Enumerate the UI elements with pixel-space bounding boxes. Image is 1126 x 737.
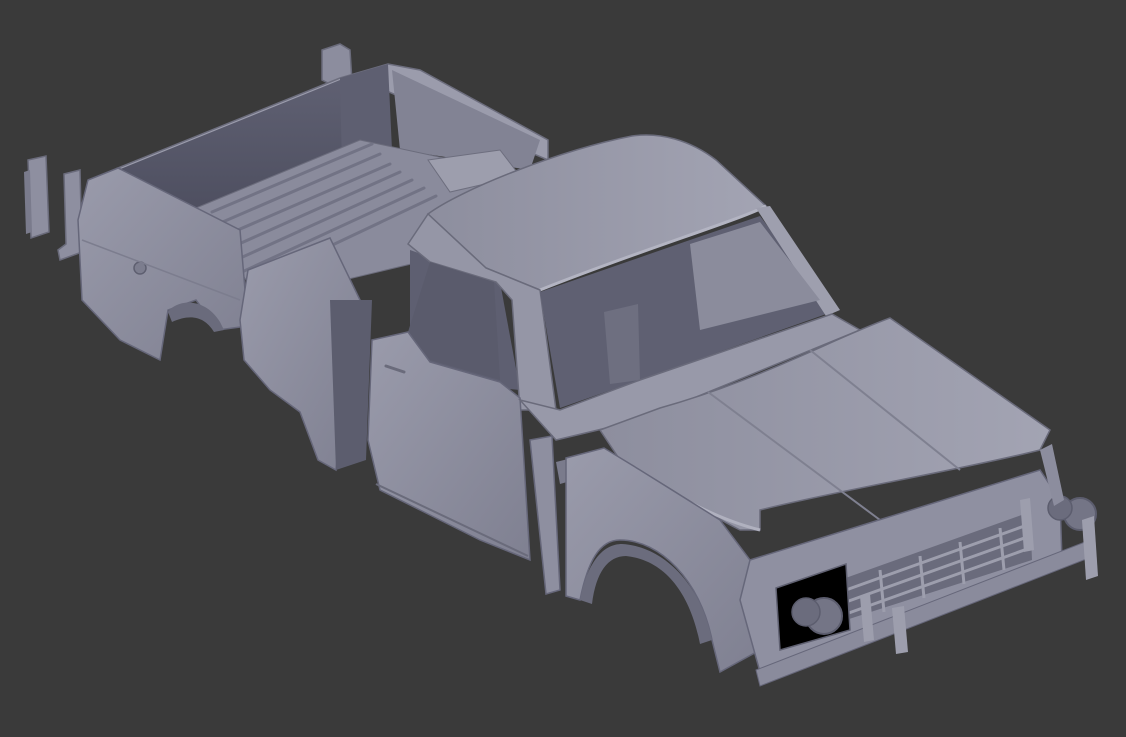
- truck-model: [24, 43, 1098, 687]
- tail-light-right-part: [57, 169, 83, 262]
- 3d-viewport[interactable]: [0, 0, 1126, 737]
- tail-light-left-part: [24, 155, 50, 240]
